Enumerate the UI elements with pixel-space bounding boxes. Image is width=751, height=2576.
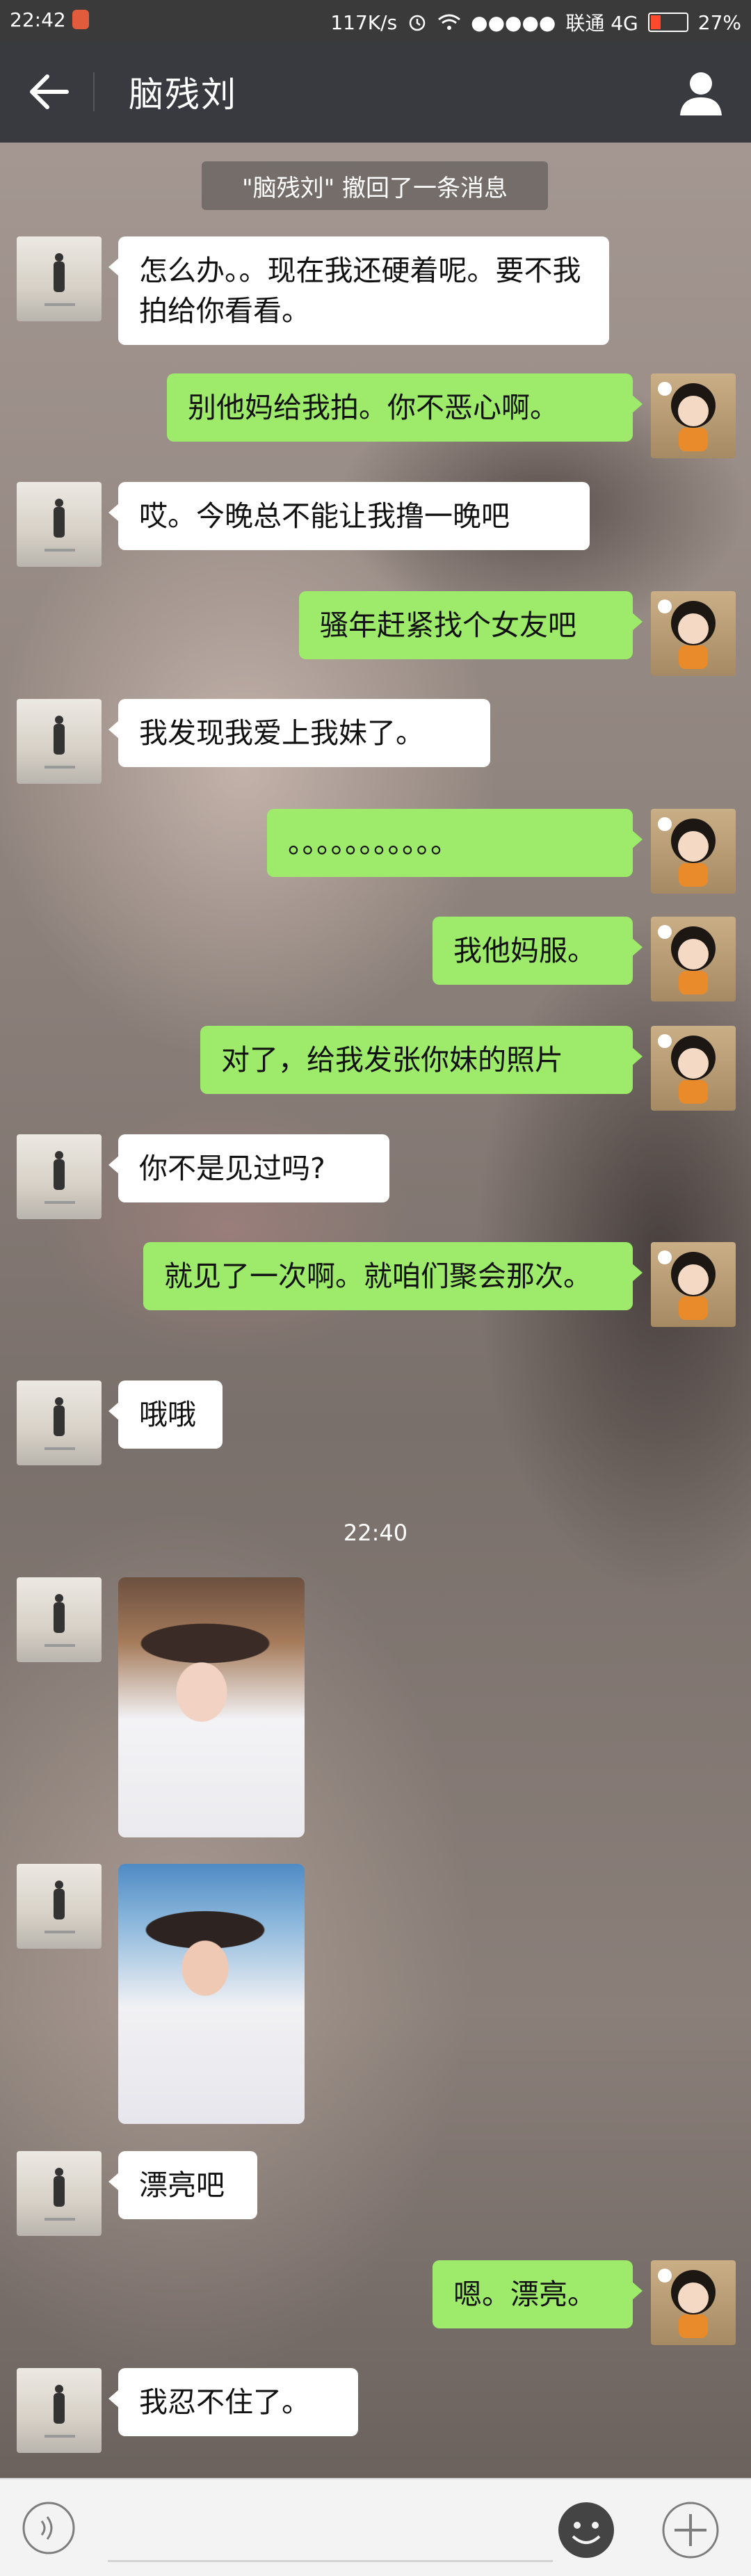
my-avatar[interactable] xyxy=(651,591,736,676)
message-bubble-sent[interactable]: 就见了一次啊。就咱们聚会那次。 xyxy=(143,1242,643,1310)
my-avatar[interactable] xyxy=(651,917,736,1001)
figure-silhouette-icon xyxy=(45,2168,75,2221)
figure-silhouette-icon xyxy=(45,253,75,306)
image-message[interactable] xyxy=(118,1864,305,2124)
figure-silhouette-icon xyxy=(45,2385,75,2438)
cartoon-girl-icon xyxy=(658,925,716,995)
message-bubble-received[interactable]: 我忍不住了。 xyxy=(108,2368,358,2436)
my-avatar[interactable] xyxy=(651,373,736,458)
contact-avatar[interactable] xyxy=(17,1380,102,1465)
cartoon-girl-icon xyxy=(658,382,716,451)
message-bubble-sent[interactable]: 骚年赶紧找个女友吧 xyxy=(299,591,643,659)
cartoon-girl-icon xyxy=(658,1250,716,1320)
contact-avatar[interactable] xyxy=(17,699,102,784)
message-bubble-sent[interactable]: 对了，给我发张你妹的照片 xyxy=(200,1026,643,1094)
cartoon-girl-icon xyxy=(658,1034,716,1104)
alarm-icon xyxy=(409,15,426,31)
plus-circle-icon[interactable] xyxy=(661,2500,720,2560)
message-bubble-received[interactable]: 漂亮吧 xyxy=(108,2151,257,2219)
cartoon-girl-icon xyxy=(658,599,716,669)
battery-icon xyxy=(647,13,688,32)
status-bar: 22:42 117K/s ●●●●● 联通 4G 27% xyxy=(0,0,751,42)
cartoon-girl-icon xyxy=(658,2269,716,2338)
status-time: 22:42 xyxy=(10,8,66,31)
time-divider: 22:40 xyxy=(343,1520,408,1546)
figure-silhouette-icon xyxy=(45,1881,75,1933)
message-bubble-sent[interactable]: 别他妈给我拍。你不恶心啊。 xyxy=(167,373,643,442)
title-divider xyxy=(93,72,95,111)
message-bubble-received[interactable]: 我发现我爱上我妹了。 xyxy=(108,699,490,767)
message-bubble-sent[interactable]: 。。。。。。。。。。。 xyxy=(267,809,643,877)
figure-silhouette-icon xyxy=(45,716,75,768)
recall-notice: "脑残刘" 撤回了一条消息 xyxy=(202,161,548,210)
figure-silhouette-icon xyxy=(45,1397,75,1450)
network-speed: 117K/s xyxy=(330,10,398,34)
contact-avatar[interactable] xyxy=(17,1134,102,1219)
chat-title: 脑残刘 xyxy=(129,74,237,115)
status-right: 117K/s ●●●●● 联通 4G 27% xyxy=(330,8,741,36)
message-bubble-received[interactable]: 你不是见过吗? xyxy=(108,1134,389,1202)
my-avatar[interactable] xyxy=(651,2260,736,2345)
my-avatar[interactable] xyxy=(651,1242,736,1327)
carrier-label: 联通 4G xyxy=(565,12,638,35)
message-bubble-received[interactable]: 怎么办。。现在我还硬着呢。要不我拍给你看看。 xyxy=(108,236,609,345)
smiley-icon[interactable] xyxy=(556,2500,616,2560)
person-icon[interactable] xyxy=(675,67,727,120)
my-avatar[interactable] xyxy=(651,1026,736,1111)
figure-silhouette-icon xyxy=(45,1594,75,1647)
my-avatar[interactable] xyxy=(651,809,736,894)
cartoon-girl-icon xyxy=(658,817,716,887)
message-input[interactable] xyxy=(108,2560,553,2562)
contact-avatar[interactable] xyxy=(17,1864,102,1949)
wifi-icon xyxy=(438,14,461,30)
chat-input-bar xyxy=(0,2478,751,2576)
arrow-left-icon[interactable] xyxy=(25,71,74,113)
signal-dots: ●●●●● xyxy=(471,10,556,34)
voice-icon[interactable] xyxy=(21,2500,76,2556)
message-bubble-received[interactable]: 哦哦 xyxy=(108,1380,223,1449)
figure-silhouette-icon xyxy=(45,1151,75,1204)
contact-avatar[interactable] xyxy=(17,2151,102,2236)
message-bubble-received[interactable]: 哎。今晚总不能让我撸一晚吧 xyxy=(108,482,590,550)
notification-app-icon xyxy=(72,10,89,29)
contact-avatar[interactable] xyxy=(17,2368,102,2453)
image-message[interactable] xyxy=(118,1577,305,1837)
figure-silhouette-icon xyxy=(45,499,75,552)
contact-avatar[interactable] xyxy=(17,482,102,567)
message-bubble-sent[interactable]: 我他妈服。 xyxy=(433,917,643,985)
contact-avatar[interactable] xyxy=(17,1577,102,1662)
message-bubble-sent[interactable]: 嗯。漂亮。 xyxy=(433,2260,643,2328)
chat-title-bar: 脑残刘 xyxy=(0,42,751,143)
battery-percent: 27% xyxy=(697,10,741,34)
contact-avatar[interactable] xyxy=(17,236,102,321)
